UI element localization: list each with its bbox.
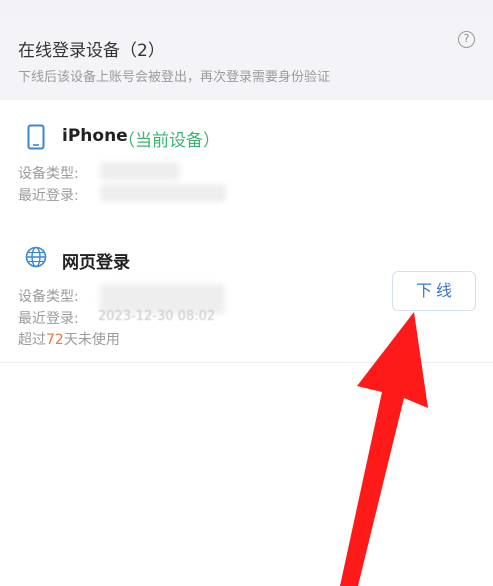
red-arrow-annotation: [340, 312, 428, 586]
